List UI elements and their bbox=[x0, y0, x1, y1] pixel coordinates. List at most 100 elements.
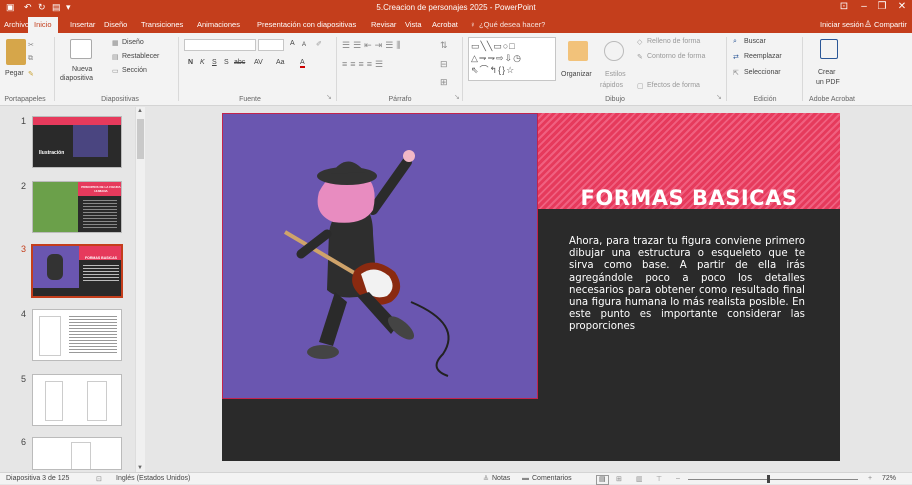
tab-presentacion[interactable]: Presentación con diapositivas bbox=[257, 20, 356, 29]
clear-format-icon[interactable]: ✐ bbox=[316, 40, 322, 48]
tab-insertar[interactable]: Insertar bbox=[70, 20, 95, 29]
close-icon[interactable]: ✕ bbox=[892, 1, 912, 12]
slideshow-icon[interactable]: ⊤ bbox=[656, 475, 662, 483]
slide-sorter-icon[interactable]: ⊞ bbox=[616, 475, 622, 483]
ribbon-inicio: Pegar ✂ ⧉ ✎ Portapapeles Nueva diapositi… bbox=[0, 33, 912, 106]
select-button[interactable]: Seleccionar bbox=[744, 69, 781, 76]
shapes-gallery[interactable]: ▭╲╲▭○□ △⇁⇁⇨⇩◷ ⇖⌒↰{}☆ bbox=[468, 37, 556, 81]
thumb-stripe bbox=[33, 117, 121, 125]
slide-thumbnail-5[interactable] bbox=[32, 374, 122, 426]
slide-thumbnail-4[interactable] bbox=[32, 309, 122, 361]
paragraph-list-icons[interactable]: ☰☰⇤⇥☰⫼ bbox=[342, 40, 403, 51]
reading-view-icon[interactable]: ▥ bbox=[636, 475, 643, 483]
tab-revisar[interactable]: Revisar bbox=[371, 20, 396, 29]
find-button[interactable]: Buscar bbox=[744, 38, 766, 45]
text-direction-icon[interactable]: ⇅ bbox=[440, 40, 448, 51]
thumb-number: 6 bbox=[21, 437, 27, 447]
tab-vista[interactable]: Vista bbox=[405, 20, 422, 29]
section-button[interactable]: Sección bbox=[122, 67, 147, 74]
zoom-slider[interactable] bbox=[688, 479, 858, 480]
thumb-title: Ilustración bbox=[39, 150, 65, 156]
tab-inicio[interactable]: Inicio bbox=[28, 17, 58, 33]
group-label-parrafo: Párrafo bbox=[388, 96, 412, 103]
shrink-font-button[interactable]: A bbox=[302, 42, 306, 48]
change-case-button[interactable]: Aa bbox=[276, 59, 285, 66]
minimize-icon[interactable]: – bbox=[854, 1, 874, 12]
shape-effects-button[interactable]: Efectos de forma bbox=[647, 82, 700, 89]
font-name-select[interactable] bbox=[184, 39, 256, 51]
paste-button[interactable]: Pegar bbox=[5, 70, 24, 77]
new-slide-button[interactable]: diapositiva bbox=[60, 75, 93, 82]
slide-thumbnail-1[interactable]: Ilustración bbox=[32, 116, 122, 168]
slide-thumbnail-3[interactable]: FORMAS BASICAS bbox=[31, 244, 123, 298]
language-indicator[interactable]: Inglés (Estados Unidos) bbox=[116, 475, 190, 482]
quick-styles-button[interactable]: rápidos bbox=[600, 82, 623, 89]
thumb-figure-sketch bbox=[45, 381, 63, 421]
thumbnail-scrollbar[interactable]: ▲ ▼ bbox=[135, 107, 145, 472]
current-slide[interactable]: FORMAS BASICAS Ahora, para trazar tu fig… bbox=[222, 113, 840, 461]
font-size-select[interactable] bbox=[258, 39, 284, 51]
cut-icon[interactable]: ✂ bbox=[28, 41, 34, 49]
section-icon: ▭ bbox=[112, 68, 119, 75]
group-label-edicion: Edición bbox=[753, 96, 777, 103]
zoom-in-icon[interactable]: + bbox=[868, 475, 872, 482]
quick-styles-label-1[interactable]: Estilos bbox=[605, 71, 626, 78]
scrollbar-thumb[interactable] bbox=[137, 119, 144, 159]
tab-diseno[interactable]: Diseño bbox=[104, 20, 127, 29]
thumb-text-lines bbox=[83, 265, 119, 281]
new-slide-label-1[interactable]: Nueva bbox=[72, 66, 92, 73]
shape-fill-button[interactable]: Relleno de forma bbox=[647, 38, 700, 45]
shadow-button[interactable]: S bbox=[224, 59, 229, 66]
slide-title[interactable]: FORMAS BASICAS bbox=[538, 186, 840, 210]
create-pdf-label-1[interactable]: Crear bbox=[818, 69, 836, 76]
find-icon: ⌕ bbox=[733, 38, 737, 45]
ribbon-divider bbox=[336, 37, 337, 101]
spell-check-icon[interactable]: ⊡ bbox=[96, 475, 102, 483]
comments-button[interactable]: Comentarios bbox=[532, 475, 572, 482]
thumb-image bbox=[73, 125, 108, 157]
thumb-title: FORMAS BASICAS bbox=[85, 256, 117, 260]
create-pdf-button[interactable]: un PDF bbox=[816, 79, 840, 86]
tell-me-input[interactable]: ¿Qué desea hacer? bbox=[479, 20, 545, 29]
reset-button[interactable]: Restablecer bbox=[122, 53, 159, 60]
grow-font-button[interactable]: A bbox=[290, 40, 295, 47]
zoom-slider-thumb[interactable] bbox=[767, 475, 770, 483]
align-text-icon[interactable]: ⊟ bbox=[440, 59, 448, 70]
tab-acrobat[interactable]: Acrobat bbox=[432, 20, 458, 29]
paragraph-align-icons[interactable]: ≡≡≡≡☰ bbox=[342, 59, 386, 70]
sign-in-link[interactable]: Iniciar sesión bbox=[820, 20, 864, 29]
drawing-dialog-launcher-icon[interactable]: ↘ bbox=[716, 93, 722, 101]
slide-thumbnail-6[interactable] bbox=[32, 437, 122, 470]
paragraph-dialog-launcher-icon[interactable]: ↘ bbox=[454, 93, 460, 101]
slide-illustration[interactable] bbox=[222, 113, 538, 399]
slide-thumbnail-2[interactable]: PRINCIPIOS DE LA FIGURA HUMANA bbox=[32, 181, 122, 233]
underline-button[interactable]: S bbox=[212, 59, 217, 66]
strikethrough-button[interactable]: abc bbox=[234, 59, 245, 66]
tab-animaciones[interactable]: Animaciones bbox=[197, 20, 240, 29]
scroll-down-icon[interactable]: ▼ bbox=[137, 465, 143, 471]
thumb-image bbox=[33, 182, 78, 232]
zoom-level[interactable]: 72% bbox=[882, 475, 896, 482]
replace-button[interactable]: Reemplazar bbox=[744, 53, 782, 60]
tab-archivo[interactable]: Archivo bbox=[4, 20, 29, 29]
bold-button[interactable]: N bbox=[188, 59, 193, 66]
char-spacing-button[interactable]: AV bbox=[254, 59, 263, 66]
shape-outline-button[interactable]: Contorno de forma bbox=[647, 53, 705, 60]
layout-button[interactable]: Diseño bbox=[122, 39, 144, 46]
restore-icon[interactable]: ❐ bbox=[872, 1, 892, 12]
font-dialog-launcher-icon[interactable]: ↘ bbox=[326, 93, 332, 101]
notes-button[interactable]: Notas bbox=[492, 475, 510, 482]
slide-body-text[interactable]: Ahora, para trazar tu figura conviene pr… bbox=[569, 236, 805, 334]
ribbon-display-icon[interactable]: ⊡ bbox=[834, 1, 854, 12]
italic-button[interactable]: K bbox=[200, 59, 205, 66]
replace-icon: ⇄ bbox=[733, 54, 739, 61]
scroll-up-icon[interactable]: ▲ bbox=[137, 108, 143, 114]
font-color-button[interactable]: A bbox=[300, 59, 305, 68]
smartart-icon[interactable]: ⊞ bbox=[440, 77, 448, 88]
zoom-out-icon[interactable]: – bbox=[676, 475, 680, 482]
copy-icon[interactable]: ⧉ bbox=[28, 55, 33, 63]
share-button[interactable]: Compartir bbox=[874, 20, 907, 29]
format-painter-icon[interactable]: ✎ bbox=[28, 70, 34, 78]
arrange-button[interactable]: Organizar bbox=[561, 71, 592, 78]
tab-transiciones[interactable]: Transiciones bbox=[141, 20, 183, 29]
